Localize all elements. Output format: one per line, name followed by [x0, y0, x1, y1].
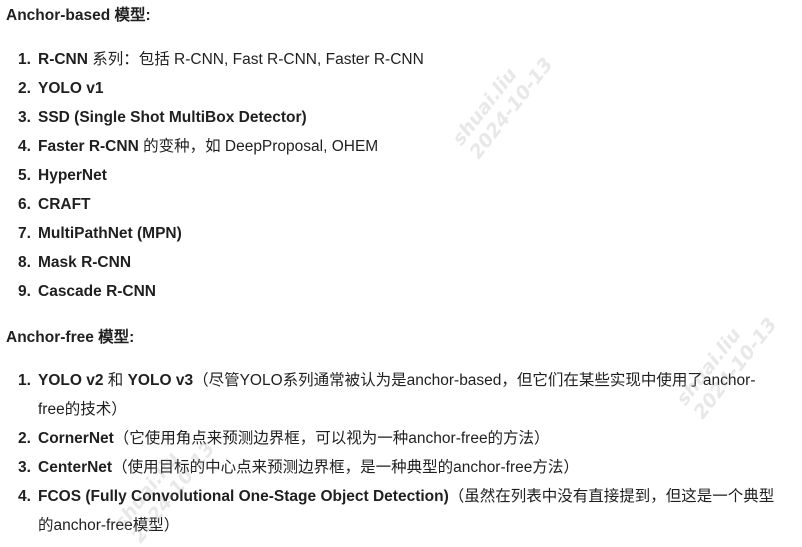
- heading-zh-text: 模型:: [110, 7, 151, 24]
- item-number: 6.: [18, 196, 31, 213]
- list-item: 3. CenterNet（使用目标的中心点来预测边界框，是一种典型的anchor…: [0, 453, 780, 482]
- item-number: 7.: [18, 225, 31, 242]
- item-number: 3.: [18, 109, 31, 126]
- heading-zh-text: 模型:: [93, 329, 135, 346]
- list-item: 2. YOLO v1: [0, 74, 780, 103]
- item-number: 5.: [18, 167, 31, 184]
- item-bold-text: Faster R-CNN: [38, 138, 139, 155]
- item-bold-text: Cascade R-CNN: [38, 283, 157, 300]
- item-number: 1.: [18, 51, 31, 68]
- list-item: 1. R-CNN 系列：包括 R-CNN, Fast R-CNN, Faster…: [0, 45, 780, 74]
- list-item: 7. MultiPathNet (MPN): [0, 219, 780, 248]
- item-bold-text: HyperNet: [38, 167, 107, 184]
- item-bold-text: MultiPathNet (MPN): [38, 225, 182, 242]
- item-bold-text: CRAFT: [38, 196, 91, 213]
- item-bold-text: Mask R-CNN: [38, 254, 132, 271]
- item-number: 1.: [18, 372, 31, 389]
- section-heading-anchor-free: Anchor-free 模型:: [6, 328, 134, 348]
- list-item: 6. CRAFT: [0, 190, 780, 219]
- item-text: 系列：包括 R-CNN, Fast R-CNN, Faster R-CNN: [87, 51, 424, 68]
- list-item: 4. Faster R-CNN 的变种，如 DeepProposal, OHEM: [0, 132, 780, 161]
- list-item: 9. Cascade R-CNN: [0, 277, 780, 306]
- item-bold-text: SSD (Single Shot MultiBox Detector): [38, 109, 307, 126]
- list-item: 3. SSD (Single Shot MultiBox Detector): [0, 103, 780, 132]
- item-bold-text-2: YOLO v3: [127, 372, 194, 389]
- item-number: 8.: [18, 254, 31, 271]
- section-heading-anchor-based: Anchor-based 模型:: [6, 6, 151, 26]
- item-bold-text: R-CNN: [38, 51, 88, 68]
- item-bold-text: YOLO v1: [38, 80, 104, 97]
- item-text: （使用目标的中心点来预测边界框，是一种典型的anchor-free方法）: [112, 459, 579, 476]
- item-bold-text: YOLO v2: [38, 372, 104, 389]
- item-text: 和: [103, 372, 128, 389]
- item-text: （它使用角点来预测边界框，可以视为一种anchor-free的方法）: [113, 430, 550, 447]
- item-number: 4.: [18, 488, 31, 505]
- item-number: 2.: [18, 430, 31, 447]
- heading-en-text: Anchor-free: [6, 329, 94, 346]
- item-bold-text: CenterNet: [38, 459, 113, 476]
- list-item: 4. FCOS (Fully Convolutional One-Stage O…: [0, 482, 780, 540]
- list-item: 8. Mask R-CNN: [0, 248, 780, 277]
- item-bold-text: FCOS (Fully Convolutional One-Stage Obje…: [38, 488, 449, 505]
- anchor-free-model-list: 1. YOLO v2 和 YOLO v3（尽管YOLO系列通常被认为是ancho…: [0, 366, 780, 540]
- item-bold-text: CornerNet: [38, 430, 114, 447]
- anchor-based-model-list: 1. R-CNN 系列：包括 R-CNN, Fast R-CNN, Faster…: [0, 45, 780, 306]
- item-number: 3.: [18, 459, 31, 476]
- list-item: 5. HyperNet: [0, 161, 780, 190]
- heading-en-text: Anchor-based: [6, 7, 111, 24]
- item-text: 的变种，如 DeepProposal, OHEM: [138, 138, 379, 155]
- list-item: 2. CornerNet（它使用角点来预测边界框，可以视为一种anchor-fr…: [0, 424, 780, 453]
- list-item: 1. YOLO v2 和 YOLO v3（尽管YOLO系列通常被认为是ancho…: [0, 366, 780, 424]
- item-number: 4.: [18, 138, 31, 155]
- item-number: 9.: [18, 283, 31, 300]
- item-number: 2.: [18, 80, 31, 97]
